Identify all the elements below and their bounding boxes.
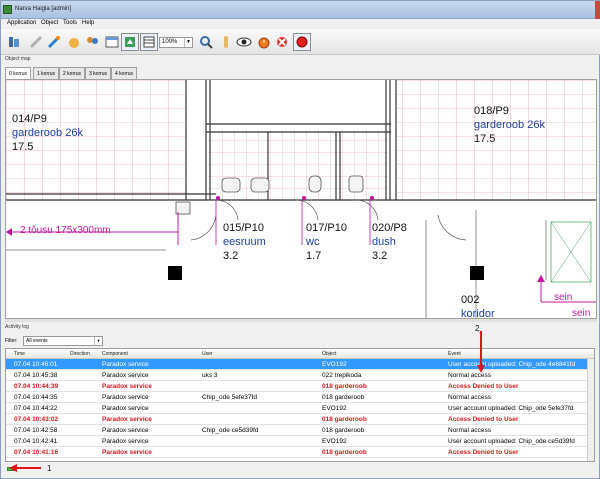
annotation-label-2: 2 — [475, 324, 480, 333]
annotation-overlay — [9, 331, 485, 472]
annotation-arrowhead-1 — [9, 464, 17, 472]
application-window: Narva Haigla [admin] Application Object … — [0, 0, 600, 479]
annotation-label-1: 1 — [47, 464, 52, 473]
annotation-arrowhead-2 — [477, 365, 485, 373]
